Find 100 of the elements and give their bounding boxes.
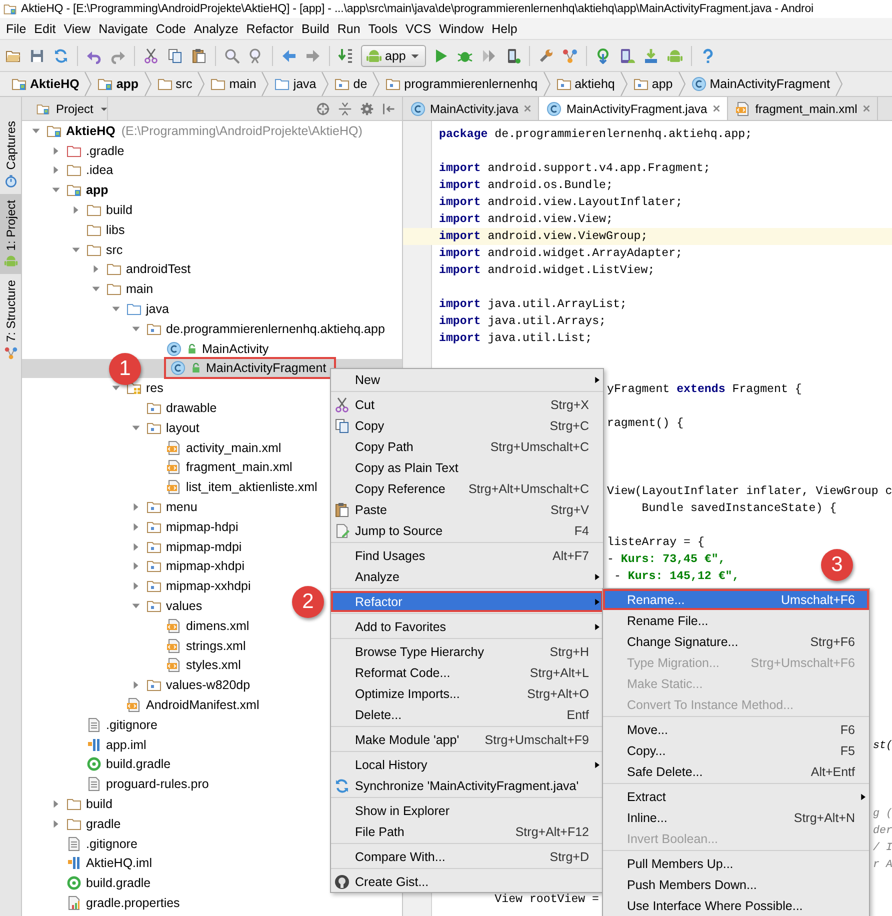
tree-item[interactable]: values <box>166 599 202 614</box>
tree-item[interactable]: MainActivity <box>202 342 269 356</box>
tree-item[interactable]: mipmap-mdpi <box>166 540 242 554</box>
tree-item[interactable]: res <box>146 381 164 396</box>
tree-item[interactable]: app.iml <box>106 738 146 752</box>
tree-item[interactable]: gradle.properties <box>86 896 180 910</box>
tool-window-tab[interactable]: Captures <box>0 115 21 194</box>
popup-item[interactable]: Change Signature... Strg+F6 <box>603 631 869 652</box>
tree-item[interactable]: strings.xml <box>186 638 246 653</box>
attach-icon[interactable] <box>480 48 497 64</box>
tree-item[interactable]: build.gradle <box>86 876 151 890</box>
popup-item[interactable]: Jump to Source F4 <box>331 520 603 541</box>
popup-item[interactable]: Reformat Code... Strg+Alt+L <box>331 662 603 683</box>
menu-bar-item[interactable]: Refactor <box>242 22 298 36</box>
tree-item[interactable]: mipmap-xxhdpi <box>166 579 251 594</box>
editor-tab[interactable]: fragment_main.xml <box>728 97 878 120</box>
popup-item[interactable]: Analyze <box>331 566 603 587</box>
popup-item[interactable]: Cut Strg+X <box>331 394 603 415</box>
menu-bar-item[interactable]: Help <box>488 22 522 36</box>
save-icon[interactable] <box>29 48 45 64</box>
close-icon[interactable] <box>522 103 534 114</box>
tree-item[interactable]: src <box>106 242 123 257</box>
menu-bar-item[interactable]: Tools <box>364 22 402 36</box>
menu-bar-item[interactable]: Build <box>298 22 334 36</box>
tree-item[interactable]: gradle <box>86 816 121 831</box>
back-arrow-icon[interactable] <box>281 48 297 64</box>
avd-icon[interactable] <box>618 48 635 64</box>
popup-item[interactable]: Make Module 'app' Strg+Umschalt+F9 <box>331 729 603 750</box>
tree-item[interactable]: de.programmierenlernenhq.aktiehq.app <box>166 322 385 336</box>
tree-item[interactable]: .gradle <box>86 144 124 158</box>
tree-item[interactable]: .gitignore <box>106 718 158 732</box>
tree-item[interactable]: AndroidManifest.xml <box>146 698 260 712</box>
make-icon[interactable] <box>338 48 354 64</box>
breadcrumb[interactable]: src <box>154 76 196 92</box>
popup-item[interactable]: Push Members Down... <box>603 874 869 895</box>
download-icon[interactable] <box>642 48 659 64</box>
tree-item[interactable]: app <box>86 183 108 198</box>
tree-item[interactable]: proguard-rules.pro <box>106 777 209 792</box>
popup-item[interactable]: Pull Members Up... <box>603 853 869 874</box>
forward-arrow-icon[interactable] <box>305 48 321 64</box>
popup-item[interactable]: Compare With... Strg+D <box>331 846 603 867</box>
tree-item[interactable]: layout <box>166 420 200 435</box>
popup-item[interactable]: Inline... Strg+Alt+N <box>603 807 869 828</box>
target-icon[interactable] <box>316 102 330 116</box>
tree-item[interactable]: activity_main.xml <box>186 440 282 455</box>
popup-item[interactable]: Create Gist... <box>331 871 603 892</box>
tree-item[interactable]: .idea <box>86 163 114 178</box>
gear-icon[interactable] <box>360 102 374 116</box>
popup-item[interactable]: Local History <box>331 754 603 775</box>
tree-item[interactable]: fragment_main.xml <box>186 460 292 474</box>
menu-bar-item[interactable]: View <box>60 22 95 36</box>
copy-icon[interactable] <box>167 48 183 64</box>
structure-icon[interactable] <box>562 48 578 64</box>
popup-item[interactable]: Copy Path Strg+Umschalt+C <box>331 436 603 457</box>
sync-down-icon[interactable] <box>594 48 611 64</box>
popup-item[interactable]: Add to Favorites <box>331 616 603 637</box>
wrench-icon[interactable] <box>538 48 554 64</box>
breadcrumb[interactable]: app <box>94 76 142 92</box>
menu-bar-item[interactable]: Window <box>435 22 488 36</box>
tree-item[interactable]: list_item_aktienliste.xml <box>186 480 318 494</box>
popup-item[interactable]: Show in Explorer <box>331 800 603 821</box>
popup-item[interactable]: Use Interface Where Possible... <box>603 895 869 916</box>
tree-item[interactable]: MainActivityFragment <box>206 361 326 376</box>
scissors-icon[interactable] <box>143 48 159 64</box>
breadcrumb[interactable]: java <box>271 76 320 92</box>
popup-item[interactable]: Copy Reference Strg+Alt+Umschalt+C <box>331 478 603 499</box>
tree-item[interactable]: build.gradle <box>106 757 171 772</box>
tree-item[interactable]: build <box>106 203 132 218</box>
popup-item[interactable]: Refactor <box>331 591 603 612</box>
close-icon[interactable] <box>861 103 872 114</box>
breadcrumb[interactable]: MainActivityFragment <box>688 76 833 92</box>
tree-item[interactable]: AktieHQ.iml <box>86 856 152 870</box>
breadcrumb[interactable]: aktiehq <box>552 76 618 92</box>
robot-icon[interactable] <box>666 48 683 64</box>
popup-item[interactable]: File Path Strg+Alt+F12 <box>331 821 603 842</box>
tree-item[interactable]: styles.xml <box>186 658 241 672</box>
popup-item[interactable]: Move... F6 <box>603 719 869 740</box>
tree-item[interactable]: mipmap-xhdpi <box>166 559 245 574</box>
tool-window-tab[interactable]: 7: Structure <box>0 274 21 366</box>
tree-item[interactable]: androidTest <box>126 262 191 276</box>
tool-window-tab[interactable]: 1: Project <box>0 194 21 274</box>
menu-bar-item[interactable]: Analyze <box>190 22 242 36</box>
tree-item[interactable]: .gitignore <box>86 836 138 851</box>
collapse-icon[interactable] <box>338 102 352 116</box>
menu-bar-item[interactable]: Navigate <box>94 22 152 36</box>
editor-tab[interactable]: MainActivityFragment.java <box>539 97 728 120</box>
paste-icon[interactable] <box>191 48 207 64</box>
popup-item[interactable]: Rename... Umschalt+F6 <box>603 589 869 610</box>
popup-item[interactable]: Copy as Plain Text <box>331 457 603 478</box>
tree-item[interactable]: main <box>126 282 154 296</box>
breadcrumb[interactable]: AktieHQ <box>8 76 82 92</box>
breadcrumb[interactable]: app <box>630 76 676 92</box>
tree-item[interactable]: mipmap-hdpi <box>166 520 238 534</box>
popup-item[interactable]: Optimize Imports... Strg+Alt+O <box>331 683 603 704</box>
popup-item[interactable]: Find Usages Alt+F7 <box>331 545 603 566</box>
breadcrumb[interactable]: de <box>331 76 370 92</box>
menu-bar-item[interactable]: File <box>2 22 30 36</box>
popup-item[interactable]: Extract <box>603 786 869 807</box>
tree-item[interactable]: dimens.xml <box>186 618 250 633</box>
sync-icon[interactable] <box>53 48 69 64</box>
